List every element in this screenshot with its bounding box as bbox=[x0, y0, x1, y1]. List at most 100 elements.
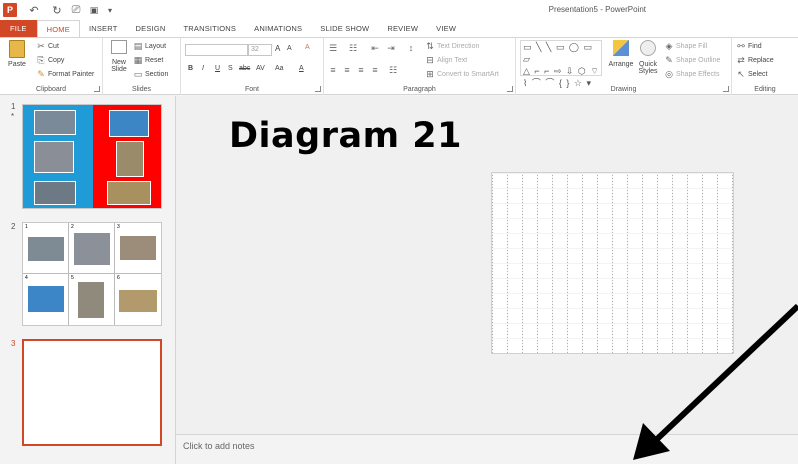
increase-indent-button[interactable]: ⇥ bbox=[386, 43, 398, 53]
slides-label: Slides bbox=[131, 86, 152, 93]
tab-slide-show[interactable]: SLIDE SHOW bbox=[311, 20, 378, 37]
paragraph-launcher-icon[interactable] bbox=[507, 86, 513, 92]
font-size-box[interactable]: 32 bbox=[248, 44, 272, 56]
drawing-launcher-icon[interactable] bbox=[723, 86, 729, 92]
tab-view[interactable]: VIEW bbox=[427, 20, 465, 37]
paste-button[interactable]: Paste bbox=[6, 40, 28, 68]
shapes-gallery[interactable]: ▭ ╲ ╲ ▭ ◯ ▭ ▱ △ ⌐ ⌐ ⇨ ⇩ ⬡ ⌔ ⌇ ⌒ ⌒ { } ☆ … bbox=[520, 40, 602, 88]
layout-icon: ▤ bbox=[133, 41, 143, 51]
copy-button[interactable]: ⎘ Copy bbox=[36, 55, 64, 65]
format-painter-button[interactable]: ✎ Format Painter bbox=[36, 69, 94, 79]
reset-button[interactable]: ▦ Reset bbox=[133, 55, 164, 65]
tab-review[interactable]: REVIEW bbox=[378, 20, 427, 37]
strikethrough-button[interactable]: abc bbox=[239, 65, 250, 72]
cut-button[interactable]: ✂ Cut bbox=[36, 41, 59, 51]
shadow-button[interactable]: S bbox=[228, 65, 233, 72]
slide-editing-area[interactable]: Diagram 21 bbox=[175, 96, 798, 434]
paragraph-label: Paragraph bbox=[403, 86, 436, 93]
grow-font-button[interactable]: A bbox=[275, 44, 280, 53]
new-slide-button[interactable]: New Slide bbox=[107, 40, 131, 73]
drawing-group: ▭ ╲ ╲ ▭ ◯ ▭ ▱ △ ⌐ ⌐ ⇨ ⇩ ⬡ ⌔ ⌇ ⌒ ⌒ { } ☆ … bbox=[516, 38, 732, 95]
tab-design[interactable]: DESIGN bbox=[127, 20, 175, 37]
increase-indent-icon: ⇥ bbox=[387, 43, 395, 53]
ribbon: Paste ✂ Cut ⎘ Copy ✎ Format Painter Clipboa… bbox=[0, 37, 798, 95]
shape-fill-label: Shape Fill bbox=[676, 42, 708, 50]
decrease-indent-button[interactable]: ⇤ bbox=[370, 43, 382, 53]
notes-placeholder: Click to add notes bbox=[183, 441, 255, 451]
section-button[interactable]: ▭ Section bbox=[133, 69, 169, 79]
dotted-grid-shape[interactable] bbox=[491, 172, 734, 354]
font-group: 32 A A A B I U S abc AV Aa A Font bbox=[181, 38, 324, 95]
shape-outline-button[interactable]: ✎ Shape Outline bbox=[664, 55, 720, 65]
quick-styles-button[interactable]: Quick Styles bbox=[635, 40, 661, 75]
columns-button[interactable]: ☷ bbox=[388, 65, 400, 75]
find-button[interactable]: ⚯ Find bbox=[736, 41, 761, 51]
bullets-button[interactable]: ☰ bbox=[328, 43, 340, 53]
arrange-label: Arrange bbox=[608, 61, 634, 68]
font-launcher-icon[interactable] bbox=[315, 86, 321, 92]
align-left-button[interactable]: ≡ bbox=[328, 65, 340, 75]
ribbon-tabs: FILE HOME INSERT DESIGN TRANSITIONS ANIM… bbox=[0, 20, 798, 38]
convert-smartart-button[interactable]: ⊞ Convert to SmartArt bbox=[425, 69, 499, 79]
slide-title[interactable]: Diagram 21 bbox=[229, 116, 462, 156]
slide-thumbnail-2[interactable]: 1 2 3 4 5 6 bbox=[22, 222, 162, 326]
clipboard-launcher-icon[interactable] bbox=[94, 86, 100, 92]
slide-thumbnails-panel: 1 * 2 1 2 3 4 5 6 3 bbox=[0, 96, 175, 464]
justify-button[interactable]: ≡ bbox=[370, 65, 382, 75]
tab-home[interactable]: HOME bbox=[36, 20, 80, 38]
photo bbox=[77, 281, 105, 319]
clipboard-group: Paste ✂ Cut ⎘ Copy ✎ Format Painter Clipboa… bbox=[0, 38, 103, 95]
section-icon: ▭ bbox=[133, 69, 143, 79]
paragraph-group: ☰ ☷ ⇤ ⇥ ↕ ≡ ≡ ≡ ≡ ☷ ⇅ Text Direction ⊟ Ali… bbox=[324, 38, 516, 95]
reset-icon: ▦ bbox=[133, 55, 143, 65]
shrink-font-button[interactable]: A bbox=[287, 45, 292, 52]
drawing-label: Drawing bbox=[610, 86, 637, 93]
line-spacing-button[interactable]: ↕ bbox=[406, 43, 418, 53]
tab-file[interactable]: FILE bbox=[0, 20, 37, 37]
align-text-icon: ⊟ bbox=[426, 55, 434, 65]
italic-button[interactable]: I bbox=[202, 65, 204, 72]
arrange-button[interactable]: Arrange bbox=[607, 40, 635, 68]
font-name-box[interactable] bbox=[185, 44, 248, 56]
tab-insert[interactable]: INSERT bbox=[80, 20, 127, 37]
text-direction-button[interactable]: ⇅ Text Direction bbox=[425, 41, 479, 51]
photo bbox=[73, 232, 111, 266]
line-spacing-icon: ↕ bbox=[408, 43, 414, 53]
align-right-button[interactable]: ≡ bbox=[356, 65, 368, 75]
photo bbox=[119, 235, 157, 261]
photo bbox=[34, 181, 76, 205]
paint-bucket-icon: ◈ bbox=[665, 41, 673, 51]
shape-outline-label: Shape Outline bbox=[676, 56, 721, 64]
photo bbox=[118, 289, 158, 313]
photo-number: 5 bbox=[71, 275, 74, 281]
binoculars-icon: ⚯ bbox=[737, 41, 745, 51]
bold-button[interactable]: B bbox=[188, 65, 193, 72]
copy-label: Copy bbox=[48, 56, 65, 64]
photo-number: 3 bbox=[117, 224, 120, 230]
photo-number: 6 bbox=[117, 275, 120, 281]
slide-thumbnail-1[interactable] bbox=[22, 104, 162, 209]
photo bbox=[34, 110, 76, 135]
shape-fill-button[interactable]: ◈ Shape Fill bbox=[664, 41, 708, 51]
slide-thumbnail-3[interactable] bbox=[22, 339, 162, 446]
convert-smartart-label: Convert to SmartArt bbox=[437, 70, 499, 78]
shape-effects-button[interactable]: ◎ Shape Effects bbox=[664, 69, 719, 79]
notes-pane[interactable]: Click to add notes bbox=[175, 434, 798, 464]
select-button[interactable]: ↖ Select bbox=[736, 69, 767, 79]
center-button[interactable]: ≡ bbox=[342, 65, 354, 75]
replace-button[interactable]: ⇄ Replace bbox=[736, 55, 773, 65]
numbering-button[interactable]: ☷ bbox=[348, 43, 360, 53]
align-text-label: Align Text bbox=[437, 56, 468, 64]
layout-button[interactable]: ▤ Layout bbox=[133, 41, 166, 51]
character-spacing-button[interactable]: AV bbox=[256, 65, 265, 72]
align-text-button[interactable]: ⊟ Align Text bbox=[425, 55, 467, 65]
bullets-icon: ☰ bbox=[328, 43, 338, 53]
clear-formatting-button[interactable]: A bbox=[305, 44, 310, 51]
change-case-button[interactable]: Aa bbox=[275, 65, 284, 72]
tab-transitions[interactable]: TRANSITIONS bbox=[175, 20, 246, 37]
tab-animations[interactable]: ANIMATIONS bbox=[245, 20, 311, 37]
window-title: Presentation5 - PowerPoint bbox=[548, 5, 646, 14]
underline-button[interactable]: U bbox=[215, 65, 220, 72]
cursor-icon: ↖ bbox=[737, 69, 745, 79]
font-color-button[interactable]: A bbox=[299, 65, 304, 72]
